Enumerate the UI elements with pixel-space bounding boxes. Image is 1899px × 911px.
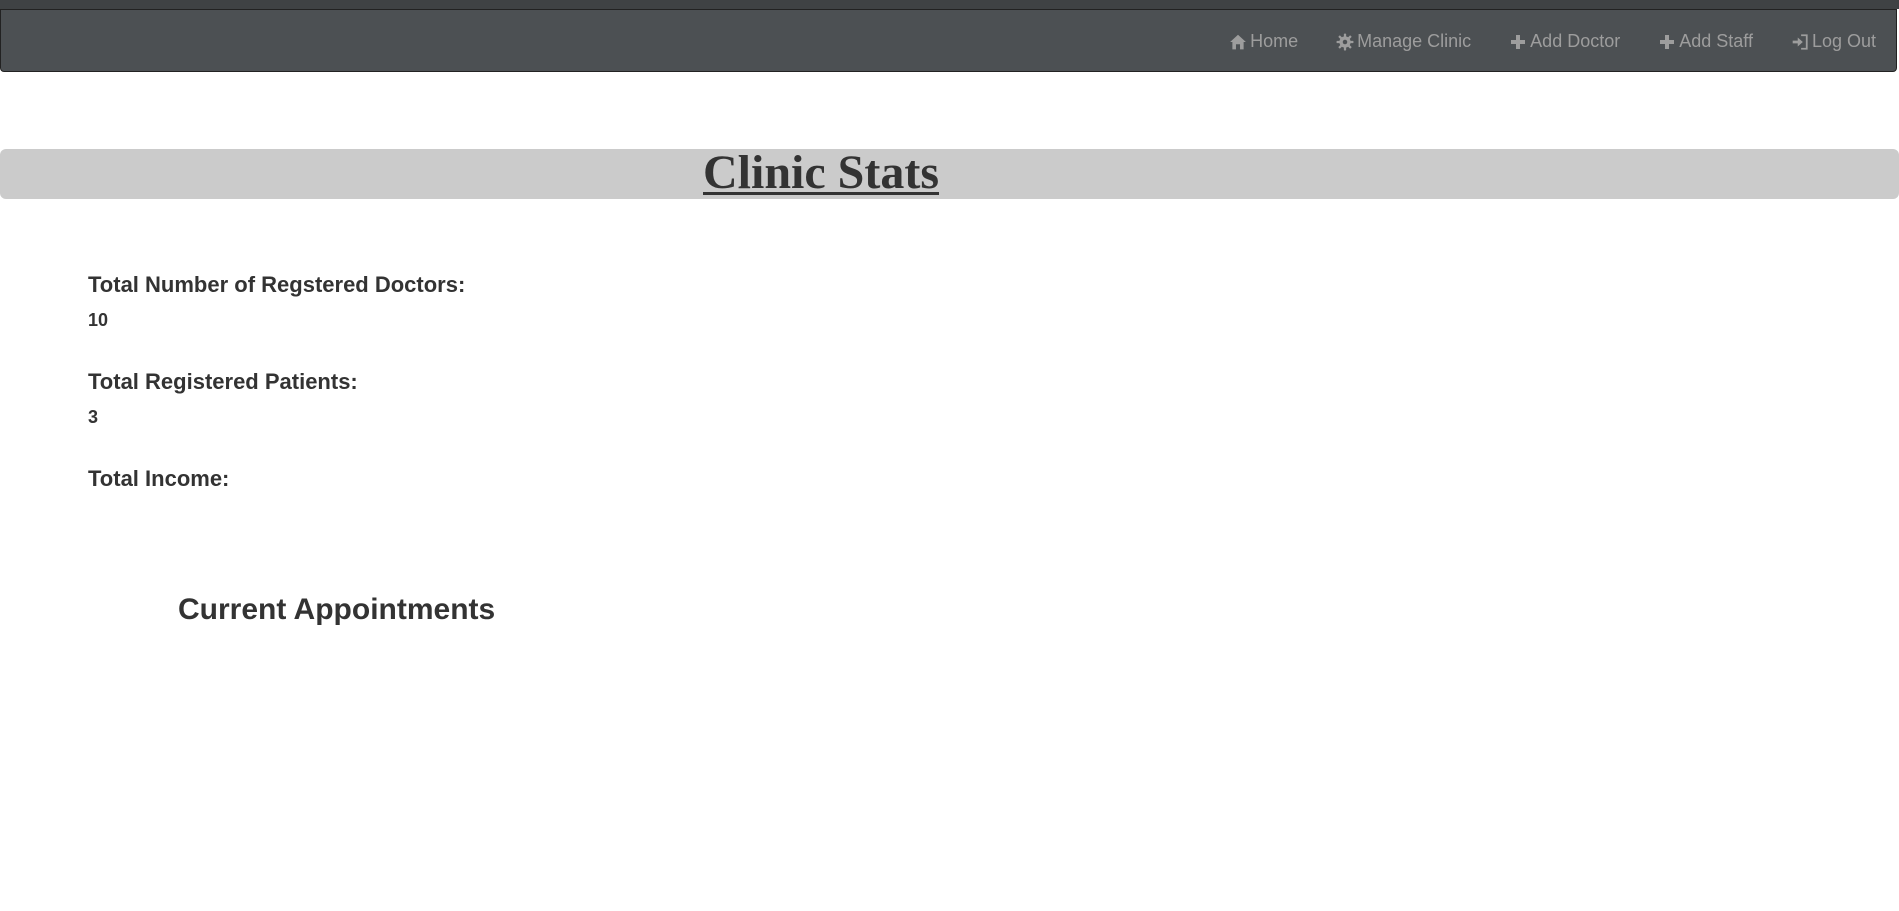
- patients-stat-label: Total Registered Patients:: [88, 369, 358, 394]
- doctors-stat-label: Total Number of Regstered Doctors:: [88, 272, 466, 297]
- income-stat-value: [88, 502, 465, 526]
- patients-stat: Total Registered Patients: 3: [88, 367, 465, 429]
- top-navbar: Home Manage Clinic Add Doctor Add Staff …: [0, 9, 1897, 72]
- nav-log-out-label: Log Out: [1811, 31, 1876, 51]
- appointments-heading: Current Appointments: [178, 593, 496, 626]
- plus-icon: [1657, 32, 1677, 52]
- nav-manage-clinic-link[interactable]: Manage Clinic: [1335, 31, 1471, 52]
- nav-log-out-link[interactable]: Log Out: [1790, 31, 1876, 52]
- top-strip: [0, 0, 1899, 9]
- nav-manage-clinic-label: Manage Clinic: [1357, 31, 1472, 51]
- nav-home-link[interactable]: Home: [1228, 31, 1298, 52]
- income-stat: Total Income:: [88, 464, 465, 526]
- gear-icon: [1335, 32, 1355, 52]
- nav-menu: Home Manage Clinic Add Doctor Add Staff …: [1191, 10, 1876, 73]
- nav-add-staff-link[interactable]: Add Staff: [1657, 31, 1753, 52]
- nav-add-doctor-link[interactable]: Add Doctor: [1508, 31, 1620, 52]
- doctors-stat-value: 10: [88, 310, 109, 330]
- nav-add-doctor-label: Add Doctor: [1530, 31, 1621, 51]
- page-title: Clinic Stats: [703, 146, 940, 199]
- patients-stat-value: 3: [88, 407, 99, 427]
- plus-icon: [1508, 32, 1528, 52]
- page-banner: Clinic Stats: [0, 146, 1899, 199]
- nav-home-label: Home: [1250, 31, 1299, 51]
- doctors-stat: Total Number of Regstered Doctors: 10: [88, 270, 465, 332]
- nav-add-staff-label: Add Staff: [1679, 31, 1753, 51]
- income-stat-label: Total Income:: [88, 466, 230, 491]
- log-in-icon: [1790, 32, 1810, 52]
- clinic-stats: Total Number of Regstered Doctors: 10 To…: [88, 270, 465, 526]
- home-icon: [1228, 32, 1248, 52]
